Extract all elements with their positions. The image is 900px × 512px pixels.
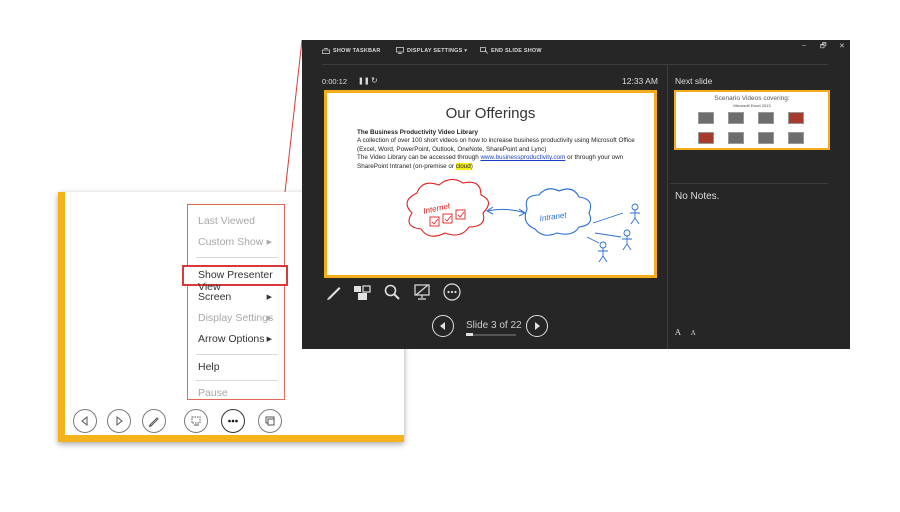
reset-timer-icon[interactable]: ↻: [371, 76, 378, 85]
menu-separator: [196, 380, 278, 381]
close-button[interactable]: ✕: [839, 42, 845, 50]
show-taskbar-button[interactable]: SHOW TASKBAR: [333, 48, 381, 54]
video-thumbnail: [788, 112, 804, 124]
more-options-button[interactable]: [221, 409, 245, 433]
display-settings-button[interactable]: DISPLAY SETTINGS ▾: [407, 48, 467, 54]
more-options-icon[interactable]: [442, 282, 462, 302]
video-thumbnail: [758, 112, 774, 124]
more-options-icon: [228, 419, 238, 423]
next-icon: [116, 415, 123, 427]
decrease-font-button[interactable]: A: [691, 330, 695, 337]
black-screen-icon[interactable]: [412, 282, 432, 302]
end-slide-show-button[interactable]: END SLIDE SHOW: [491, 48, 542, 54]
submenu-arrow-icon: ▶: [266, 315, 272, 322]
end-slide-show-icon: [480, 47, 488, 54]
zoom-icon[interactable]: [382, 282, 402, 302]
previous-slide-button[interactable]: [73, 409, 97, 433]
menu-item-last-viewed[interactable]: Last Viewed: [198, 215, 282, 227]
see-all-slides-icon[interactable]: [352, 282, 372, 302]
menu-separator: [196, 257, 278, 258]
increase-font-button[interactable]: A: [675, 328, 681, 337]
video-thumbnail: [698, 112, 714, 124]
previous-slide-button[interactable]: [432, 315, 454, 337]
pane-divider: [667, 64, 668, 349]
video-thumbnail: [788, 132, 804, 144]
see-all-slides-icon: [191, 416, 201, 426]
next-slide-label: Next slide: [675, 76, 713, 86]
next-slide-button[interactable]: [526, 315, 548, 337]
next-icon: [535, 322, 540, 330]
restore-button[interactable]: 🗗: [820, 42, 827, 53]
menu-item-show-presenter-view[interactable]: Show Presenter View: [198, 269, 282, 293]
pen-icon: [148, 417, 159, 428]
presenter-view-icon: [265, 416, 275, 426]
toolbar-divider: [322, 64, 828, 65]
clock-display: 12:33 AM: [622, 76, 658, 86]
previous-icon: [81, 415, 88, 427]
video-thumbnail: [698, 132, 714, 144]
previous-icon: [440, 322, 445, 330]
video-thumbnail: [728, 112, 744, 124]
menu-item-pause[interactable]: Pause: [198, 387, 282, 399]
taskbar-icon: [322, 48, 330, 54]
next-slide-subtitle: Microsoft Excel 2013: [733, 103, 771, 108]
video-thumbnail: [758, 132, 774, 144]
slide-progress-track: [466, 334, 516, 336]
menu-separator: [196, 354, 278, 355]
slideshow-context-menu: Last Viewed Custom Show ▶ Show Presenter…: [182, 204, 288, 400]
notes-divider: [670, 183, 828, 184]
video-thumbnail: [728, 132, 744, 144]
submenu-arrow-icon: ▶: [266, 294, 272, 301]
submenu-arrow-icon: ▶: [266, 239, 272, 246]
minimize-button[interactable]: –: [802, 42, 806, 49]
next-slide-title: Scenario Videos covering:: [714, 95, 790, 102]
slide-progress-fill: [466, 333, 473, 336]
ink-intranet-text: Intranet: [539, 210, 568, 223]
speaker-notes: No Notes.: [675, 191, 720, 202]
next-slide-button[interactable]: [107, 409, 131, 433]
pen-tool-button[interactable]: [142, 409, 166, 433]
see-all-slides-button[interactable]: [184, 409, 208, 433]
pause-timer-icon[interactable]: ❚❚: [358, 77, 370, 85]
elapsed-timer: 0:00:12: [322, 77, 348, 86]
submenu-arrow-icon: ▶: [266, 336, 272, 343]
current-slide: Our Offerings The Business Productivity …: [324, 90, 657, 278]
presenter-view-button[interactable]: [258, 409, 282, 433]
menu-item-help[interactable]: Help: [198, 361, 282, 373]
presenter-view-window: SHOW TASKBAR DISPLAY SETTINGS ▾ END SLID…: [302, 40, 850, 349]
ink-annotations: Internet Intranet: [406, 178, 640, 263]
next-slide-preview[interactable]: Scenario Videos covering: Microsoft Exce…: [674, 90, 830, 150]
pen-icon[interactable]: [324, 282, 344, 302]
slide-counter[interactable]: Slide 3 of 22: [466, 320, 522, 331]
display-settings-icon: [396, 47, 404, 54]
